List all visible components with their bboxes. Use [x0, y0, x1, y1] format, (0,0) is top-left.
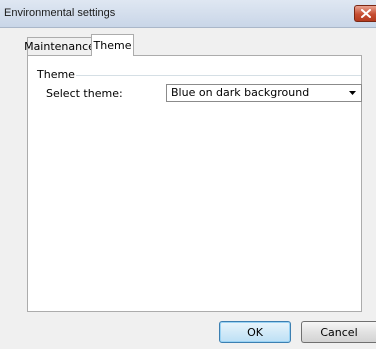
select-theme-label: Select theme: [46, 87, 123, 100]
theme-group-title: Theme [37, 68, 75, 81]
tab-maintenance-label: Maintenance [24, 40, 95, 53]
theme-select-value: Blue on dark background [171, 86, 310, 99]
ok-button[interactable]: OK [219, 321, 291, 343]
theme-select[interactable]: Blue on dark background [166, 84, 362, 102]
cancel-button[interactable]: Cancel [301, 321, 376, 343]
close-button[interactable] [354, 5, 376, 22]
tab-theme-label: Theme [93, 39, 132, 52]
dialog-window: Environmental settings Maintenance Theme… [0, 0, 376, 349]
group-divider [76, 75, 361, 76]
title-bar[interactable]: Environmental settings [0, 0, 376, 28]
tab-theme[interactable]: Theme [91, 34, 134, 56]
chevron-down-icon [349, 91, 356, 95]
ok-button-label: OK [247, 325, 263, 339]
window-title: Environmental settings [4, 7, 116, 19]
close-icon [361, 9, 371, 18]
tab-maintenance[interactable]: Maintenance [24, 37, 95, 55]
cancel-button-label: Cancel [320, 325, 358, 339]
